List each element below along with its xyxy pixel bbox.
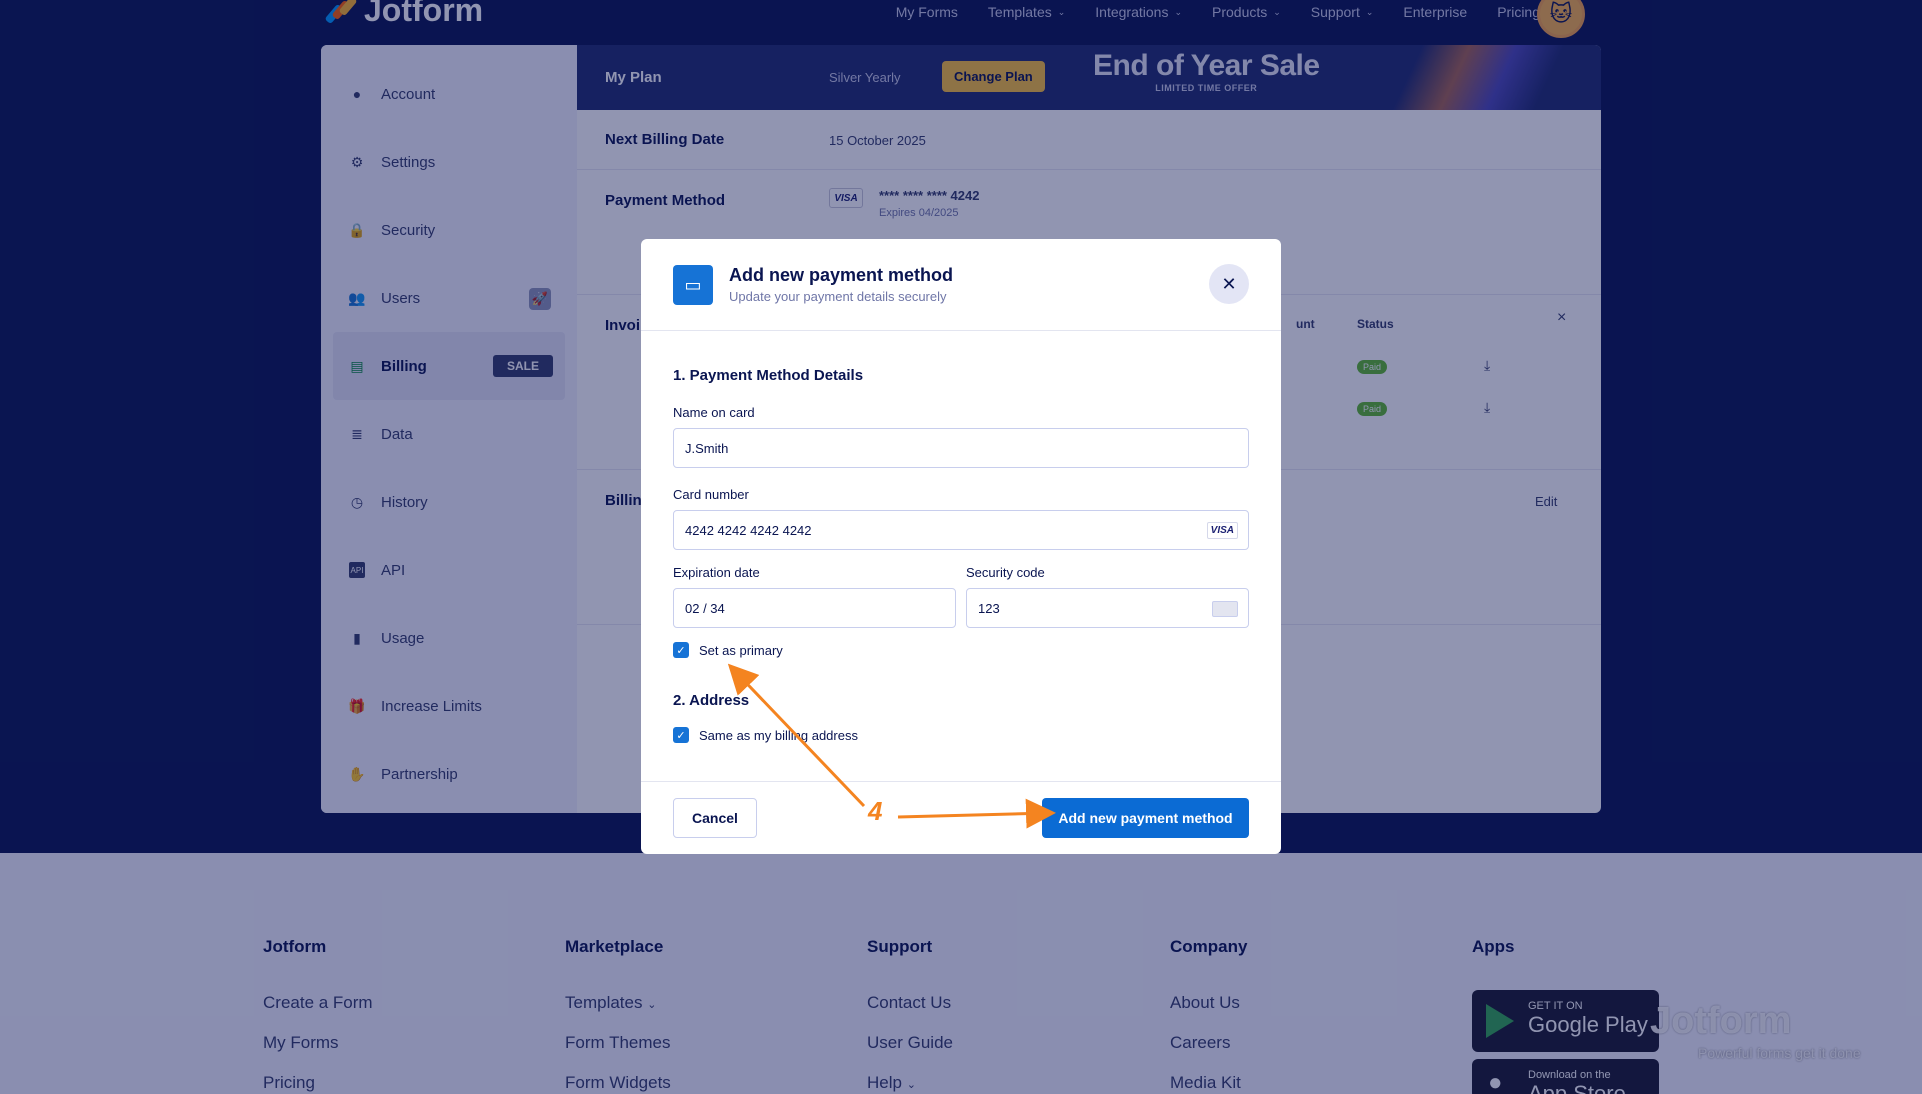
step-number-annotation: 4 [868,796,883,826]
arrow-to-checkbox [727,663,866,808]
arrow-to-submit-button [897,798,1056,829]
annotation-arrows [727,663,1056,829]
